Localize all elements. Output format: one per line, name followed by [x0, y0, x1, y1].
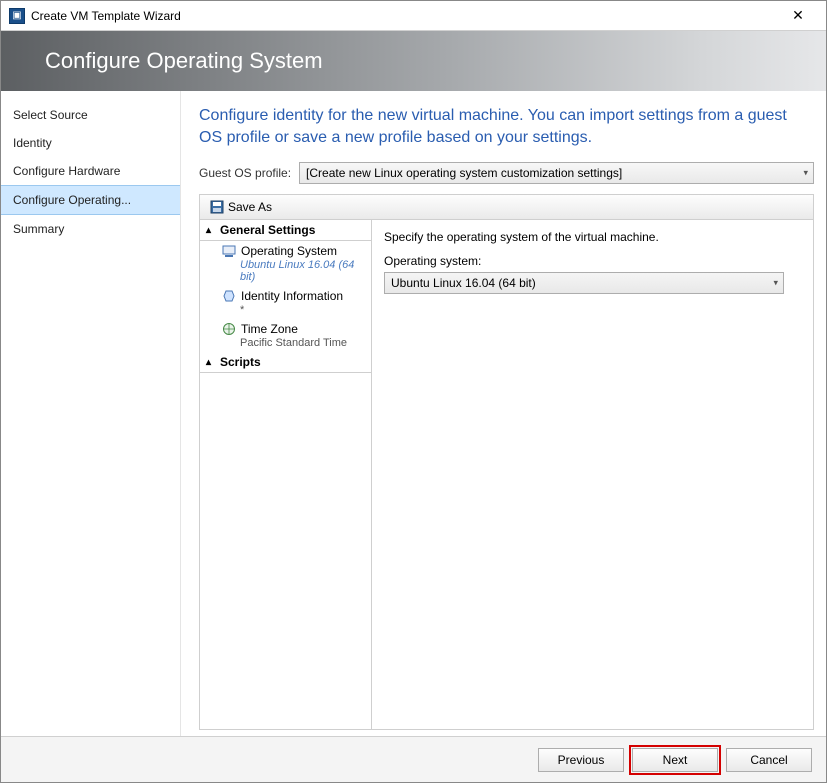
- wizard-title: Configure Operating System: [45, 48, 323, 74]
- guest-os-profile-select[interactable]: [Create new Linux operating system custo…: [299, 162, 814, 184]
- group-general-settings[interactable]: ▴ General Settings: [200, 220, 371, 241]
- tree-node-identity-label: Identity Information: [241, 289, 343, 303]
- step-select-source[interactable]: Select Source: [1, 101, 180, 129]
- guest-os-profile-row: Guest OS profile: [Create new Linux oper…: [199, 162, 814, 184]
- tree-node-timezone-label: Time Zone: [241, 322, 298, 336]
- operating-system-label: Operating system:: [384, 254, 801, 268]
- step-identity[interactable]: Identity: [1, 129, 180, 157]
- wizard-footer: Previous Next Cancel: [1, 736, 826, 782]
- save-as-button[interactable]: Save As: [206, 198, 276, 216]
- next-button[interactable]: Next: [632, 748, 718, 772]
- tree-node-timezone-value: Pacific Standard Time: [222, 337, 365, 349]
- app-icon: ▣: [9, 8, 25, 24]
- save-as-label: Save As: [228, 200, 272, 214]
- chevron-up-icon: ▴: [206, 357, 216, 368]
- wizard-steps: Select Source Identity Configure Hardwar…: [1, 91, 181, 736]
- window-title: Create VM Template Wizard: [31, 9, 778, 23]
- group-scripts[interactable]: ▴ Scripts: [200, 352, 371, 373]
- wizard-header: Configure Operating System: [1, 31, 826, 91]
- cancel-button[interactable]: Cancel: [726, 748, 812, 772]
- guest-os-profile-value: [Create new Linux operating system custo…: [306, 166, 622, 180]
- group-general-label: General Settings: [220, 223, 315, 237]
- settings-tree: ▴ General Settings Operating System Ubun…: [200, 220, 372, 729]
- toolbar: Save As: [199, 194, 814, 220]
- step-configure-operating[interactable]: Configure Operating...: [1, 185, 180, 215]
- group-scripts-label: Scripts: [220, 355, 261, 369]
- step-summary[interactable]: Summary: [1, 215, 180, 243]
- chevron-down-icon: ▾: [803, 168, 808, 179]
- step-configure-hardware[interactable]: Configure Hardware: [1, 157, 180, 185]
- detail-title: Specify the operating system of the virt…: [384, 230, 801, 244]
- operating-system-value: Ubuntu Linux 16.04 (64 bit): [391, 276, 536, 290]
- operating-system-select[interactable]: Ubuntu Linux 16.04 (64 bit) ▾: [384, 272, 784, 294]
- close-button[interactable]: ✕: [778, 1, 818, 30]
- titlebar: ▣ Create VM Template Wizard ✕: [1, 1, 826, 31]
- chevron-down-icon: ▾: [773, 278, 778, 289]
- guest-os-profile-label: Guest OS profile:: [199, 166, 291, 180]
- os-icon: [222, 244, 236, 258]
- chevron-up-icon: ▴: [206, 225, 216, 236]
- tree-node-identity-value: *: [222, 304, 365, 316]
- timezone-icon: [222, 322, 236, 336]
- identity-icon: [222, 289, 236, 303]
- tree-node-time-zone[interactable]: Time Zone Pacific Standard Time: [200, 319, 371, 352]
- tree-node-os-value: Ubuntu Linux 16.04 (64 bit): [222, 259, 365, 283]
- tree-node-os-label: Operating System: [241, 244, 337, 258]
- instruction-text: Configure identity for the new virtual m…: [199, 105, 814, 148]
- settings-split: ▴ General Settings Operating System Ubun…: [199, 220, 814, 730]
- previous-button[interactable]: Previous: [538, 748, 624, 772]
- main-area: Select Source Identity Configure Hardwar…: [1, 91, 826, 736]
- content-panel: Configure identity for the new virtual m…: [181, 91, 826, 736]
- tree-node-identity-information[interactable]: Identity Information *: [200, 286, 371, 319]
- save-icon: [210, 200, 224, 214]
- detail-panel: Specify the operating system of the virt…: [372, 220, 813, 729]
- tree-node-operating-system[interactable]: Operating System Ubuntu Linux 16.04 (64 …: [200, 241, 371, 286]
